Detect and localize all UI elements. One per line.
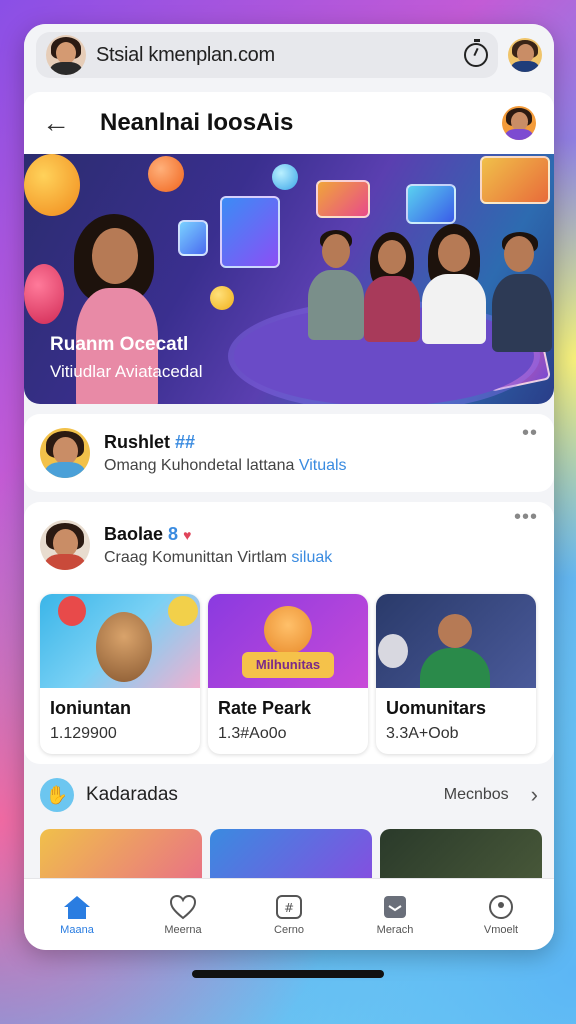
hero-title: Ruanm Ocecatl — [50, 334, 189, 355]
see-more-link[interactable]: Mecnbos — [444, 786, 509, 804]
profile-desc: Craag Komunittan Virtlam siluak — [104, 549, 332, 567]
community-card: Baolae 8 ♥ Craag Komunittan Virtlam silu… — [24, 502, 554, 764]
community-card[interactable]: Rushlet ## Omang Kuhondetal lattana Vitu… — [24, 414, 554, 492]
nav-messages[interactable]: Merach — [342, 879, 448, 950]
profile-desc-highlight: siluak — [291, 548, 333, 566]
nav-label: Cerno — [274, 923, 304, 936]
nav-label: Vmoelt — [483, 923, 519, 936]
heart-badge-icon: ♥ — [183, 526, 192, 543]
floating-game-card — [178, 220, 208, 256]
tile-logo-text: Milhunitas — [242, 652, 334, 678]
paw-icon: ✋ — [40, 778, 74, 812]
player-figure — [418, 224, 490, 344]
profile-desc-text: Craag Komunittan Virtlam — [104, 548, 292, 566]
bear-mascot-icon — [96, 612, 152, 682]
game-tile[interactable]: Ioniuntan 1.129900 — [40, 594, 200, 754]
profile-name-text: Baolae — [104, 523, 164, 544]
profile-desc-highlight: Vituals — [298, 456, 347, 474]
balloon-icon — [58, 596, 86, 626]
balloon-icon — [168, 596, 198, 626]
tile-title: Rate Peark — [218, 698, 312, 718]
profile-desc-text: Omang Kuhondetal lattana — [104, 456, 299, 474]
nav-profile[interactable]: Vmoelt — [448, 879, 554, 950]
tile-image — [376, 594, 536, 688]
tile-image — [40, 594, 200, 688]
profile-text: Baolae 8 ♥ Craag Komunittan Virtlam silu… — [104, 524, 332, 567]
game-tile[interactable]: Uomunitars 3.3A+Oob — [376, 594, 536, 754]
tile-title: Ioniuntan — [50, 698, 131, 718]
browser-bar: Stsial kmenplan.com — [24, 24, 554, 86]
page-header: ← Neanlnai IoosAis — [24, 92, 554, 154]
balloon-icon — [24, 264, 64, 324]
tile-subtitle: 1.129900 — [50, 725, 117, 742]
tile-subtitle: 3.3A+Oob — [386, 725, 459, 742]
hero-banner[interactable]: Ruanm Ocecatl Vitiudlar Aviatacedal — [24, 154, 554, 404]
grid-icon: # — [276, 894, 302, 919]
nav-home[interactable]: Maana — [24, 879, 130, 950]
profile-tag: ## — [175, 431, 196, 452]
bottom-nav: Maana Meerna # Cerno Merach Vmoelt — [24, 878, 554, 950]
more-options-icon[interactable]: ••• — [514, 506, 538, 529]
section-title: Kadaradas — [86, 784, 178, 805]
profile-row: Rushlet ## Omang Kuhondetal lattana Vitu… — [24, 418, 554, 488]
tile-title: Uomunitars — [386, 698, 487, 718]
phone-screen: Stsial kmenplan.com ← Neanlnai IoosAis R… — [24, 24, 554, 950]
player-figure — [438, 614, 472, 648]
svg-text:#: # — [284, 901, 294, 915]
section-header: ✋ Kadaradas Mecnbos › — [24, 766, 554, 824]
page-title: Neanlnai IoosAis — [100, 109, 294, 136]
nav-label: Maana — [60, 923, 94, 936]
hero-subtitle: Vitiudlar Aviatacedal — [50, 362, 203, 381]
floating-game-card — [220, 196, 280, 268]
player-figure — [306, 230, 366, 340]
balloon-icon — [272, 164, 298, 190]
profile-name: Rushlet ## — [104, 432, 347, 453]
profile-desc: Omang Kuhondetal lattana Vituals — [104, 457, 347, 475]
nav-favorites[interactable]: Meerna — [130, 879, 236, 950]
heart-icon — [169, 894, 197, 919]
profile-text: Rushlet ## Omang Kuhondetal lattana Vitu… — [104, 432, 347, 475]
koala-mascot-icon — [378, 634, 408, 668]
player-figure — [420, 648, 490, 688]
home-icon — [64, 895, 90, 919]
site-avatar — [46, 35, 86, 75]
profile-tag: 8 — [168, 523, 179, 544]
balloon-icon — [148, 156, 184, 192]
header-avatar[interactable] — [502, 106, 536, 140]
balloon-icon — [210, 286, 234, 310]
nav-label: Merach — [376, 923, 414, 936]
tile-subtitle: 1.3#Ao0o — [218, 725, 287, 742]
balloon-icon — [24, 154, 80, 216]
timer-icon[interactable] — [464, 39, 488, 67]
player-figure — [488, 232, 554, 352]
nav-games[interactable]: # Cerno — [236, 879, 342, 950]
floating-game-card — [316, 180, 370, 218]
fox-mascot-icon — [264, 606, 312, 654]
inbox-icon — [384, 895, 406, 918]
tile-image: Milhunitas — [208, 594, 368, 688]
profile-icon — [489, 894, 513, 919]
more-options-icon[interactable]: •• — [522, 422, 538, 445]
profile-avatar — [40, 428, 90, 478]
tile-carousel: Ioniuntan 1.129900 Milhunitas Rate Peark… — [40, 594, 536, 754]
url-text: Stsial kmenplan.com — [96, 43, 275, 66]
player-figure — [362, 232, 422, 342]
floating-game-card — [480, 156, 550, 204]
url-field[interactable]: Stsial kmenplan.com — [36, 32, 498, 78]
floating-game-card — [406, 184, 456, 224]
home-indicator[interactable] — [192, 970, 384, 978]
profile-name-text: Rushlet — [104, 431, 171, 452]
game-tile[interactable]: Milhunitas Rate Peark 1.3#Ao0o — [208, 594, 368, 754]
nav-label: Meerna — [164, 923, 202, 936]
profile-name: Baolae 8 ♥ — [104, 524, 332, 545]
back-arrow-icon[interactable]: ← — [42, 107, 82, 139]
chevron-right-icon[interactable]: › — [531, 782, 538, 808]
profile-avatar — [40, 520, 90, 570]
profile-row[interactable]: Baolae 8 ♥ Craag Komunittan Virtlam silu… — [24, 502, 554, 588]
user-avatar[interactable] — [508, 38, 542, 72]
